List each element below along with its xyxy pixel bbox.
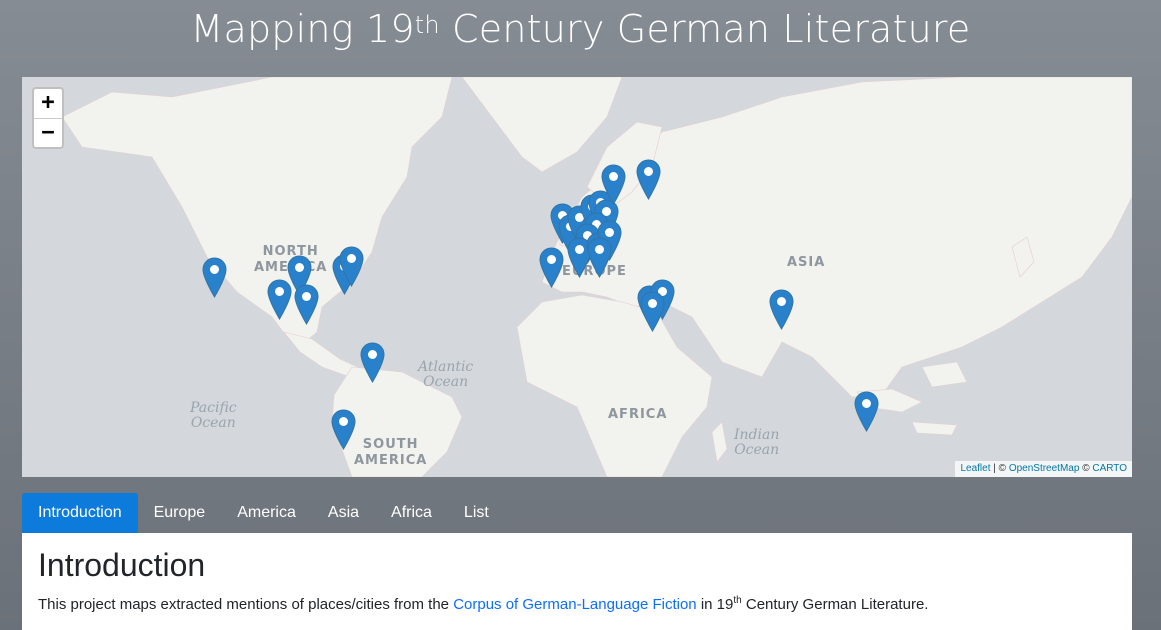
tab-list[interactable]: List [448, 493, 505, 533]
label-africa: AFRICA [608, 407, 668, 422]
tab-europe[interactable]: Europe [138, 493, 222, 533]
label-south-america: SOUTH AMERICA [354, 437, 428, 468]
corpus-link[interactable]: Corpus of German-Language Fiction [453, 596, 696, 613]
zoom-out-button[interactable]: − [34, 119, 62, 147]
map-marker[interactable] [601, 164, 626, 205]
label-indian-ocean: Indian Ocean [734, 427, 780, 458]
tab-introduction[interactable]: Introduction [22, 493, 138, 533]
intro-paragraph: This project maps extracted mentions of … [38, 595, 929, 613]
leaflet-link[interactable]: Leaflet [960, 463, 990, 474]
map-marker[interactable] [854, 391, 879, 432]
map-view[interactable]: NORTH AMERICA SOUTH AMERICA EUROPE ASIA … [22, 77, 1132, 477]
map-attribution: Leaflet | © OpenStreetMap © CARTO [955, 461, 1132, 477]
map-marker[interactable] [360, 342, 385, 383]
section-heading: Introduction [38, 547, 206, 583]
carto-link[interactable]: CARTO [1092, 463, 1127, 474]
map-marker[interactable] [202, 257, 227, 298]
map-marker[interactable] [294, 284, 319, 325]
label-asia: ASIA [787, 255, 826, 270]
tab-bar: Introduction Europe America Asia Africa … [22, 493, 505, 533]
label-pacific-ocean: Pacific Ocean [190, 400, 237, 431]
content-panel: Introduction This project maps extracted… [22, 533, 1132, 630]
tab-america[interactable]: America [221, 493, 312, 533]
map-marker[interactable] [339, 246, 364, 287]
openstreetmap-link[interactable]: OpenStreetMap [1009, 463, 1080, 474]
zoom-control: + − [32, 87, 64, 149]
map-marker[interactable] [331, 409, 356, 450]
tab-africa[interactable]: Africa [375, 493, 448, 533]
map-marker[interactable] [587, 237, 612, 278]
map-marker[interactable] [769, 289, 794, 330]
page-title: Mapping 19th Century German Literature [190, 7, 971, 51]
zoom-in-button[interactable]: + [34, 89, 62, 119]
map-marker[interactable] [636, 159, 661, 200]
label-atlantic-ocean: Atlantic Ocean [418, 359, 474, 390]
tab-asia[interactable]: Asia [312, 493, 375, 533]
map-marker[interactable] [640, 291, 665, 332]
